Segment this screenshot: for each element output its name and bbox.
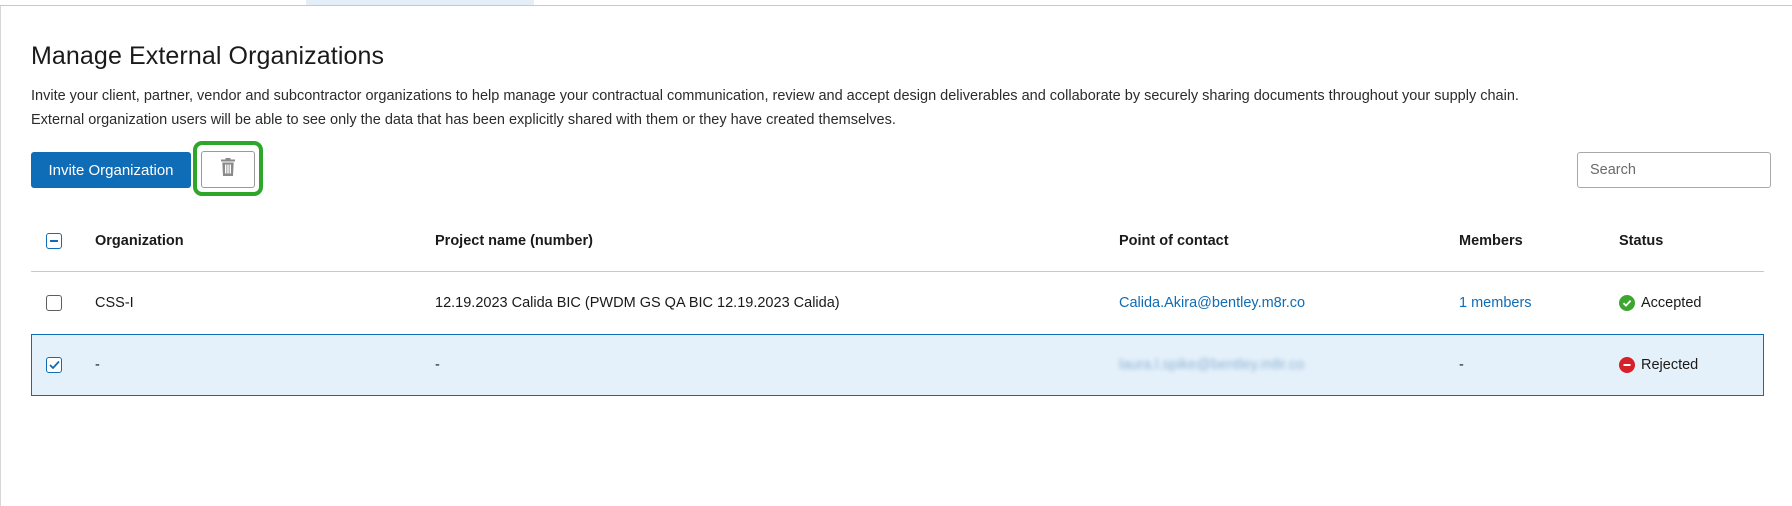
table-row[interactable]: - - laura.l.spike@bentley.m8r.co - Rejec… (31, 334, 1764, 396)
page-title: Manage External Organizations (31, 41, 385, 70)
status-text: Rejected (1641, 357, 1699, 373)
column-header-contact[interactable]: Point of contact (1119, 233, 1229, 249)
active-tab-indicator (306, 0, 534, 5)
contact-link[interactable]: laura.l.spike@bentley.m8r.co (1119, 357, 1304, 373)
organizations-table: Organization Project name (number) Point… (31, 210, 1764, 396)
description-line-1: Invite your client, partner, vendor and … (31, 88, 1519, 104)
delete-button[interactable] (201, 151, 255, 188)
row-select-cell (46, 295, 62, 311)
select-all-cell (46, 232, 62, 249)
invite-organization-button[interactable]: Invite Organization (31, 152, 191, 188)
row-checkbox[interactable] (46, 357, 62, 373)
select-all-checkbox[interactable] (46, 232, 62, 249)
minus-icon (50, 239, 58, 242)
table-row[interactable]: CSS-I 12.19.2023 Calida BIC (PWDM GS QA … (31, 272, 1764, 334)
checkmark-icon (48, 360, 60, 370)
row-select-cell (46, 357, 62, 373)
minus-circle-icon (1619, 357, 1635, 373)
column-header-members[interactable]: Members (1459, 233, 1523, 249)
members-link[interactable]: 1 members (1459, 295, 1532, 311)
members-cell: - (1459, 357, 1464, 373)
organization-cell: - (95, 357, 100, 373)
status-cell: Rejected (1619, 357, 1698, 373)
check-circle-icon (1619, 295, 1635, 311)
description-line-2: External organization users will be able… (31, 112, 896, 128)
column-header-status[interactable]: Status (1619, 233, 1663, 249)
trash-icon (221, 158, 235, 181)
status-cell: Accepted (1619, 295, 1701, 311)
left-panel-border (0, 6, 1, 506)
column-header-organization[interactable]: Organization (95, 233, 184, 249)
project-cell: - (435, 357, 440, 373)
top-tab-strip (0, 0, 1792, 6)
table-header-row: Organization Project name (number) Point… (31, 210, 1764, 272)
page-description: Invite your client, partner, vendor and … (31, 84, 1519, 132)
contact-link[interactable]: Calida.Akira@bentley.m8r.co (1119, 295, 1305, 311)
status-text: Accepted (1641, 295, 1702, 311)
row-checkbox[interactable] (46, 295, 62, 311)
search-input[interactable] (1577, 152, 1771, 188)
project-cell: 12.19.2023 Calida BIC (PWDM GS QA BIC 12… (435, 295, 840, 311)
organization-cell: CSS-I (95, 295, 134, 311)
column-header-project[interactable]: Project name (number) (435, 233, 593, 249)
